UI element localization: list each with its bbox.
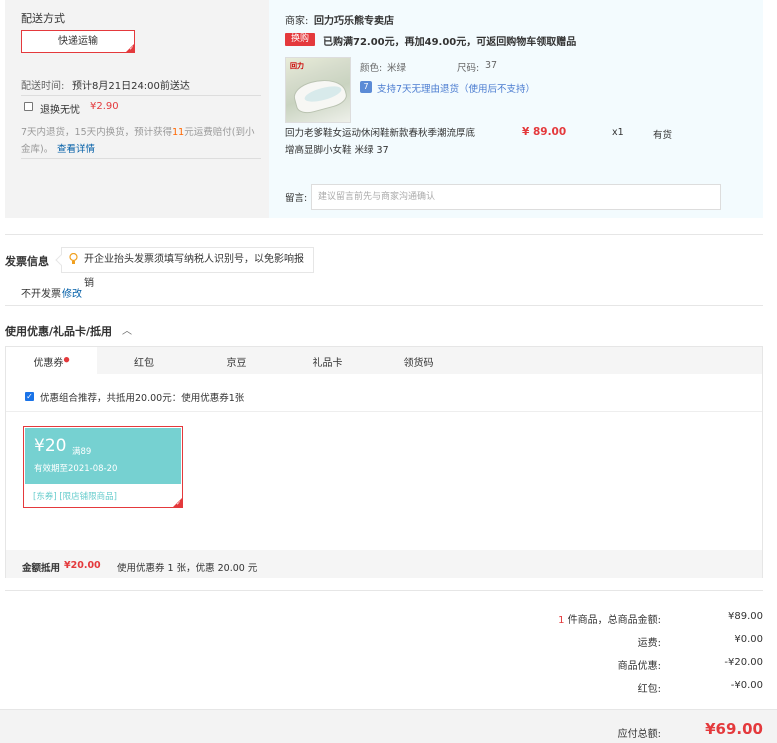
return-details-link[interactable]: 查看详情 [57, 141, 95, 155]
dot-icon: ● [63, 355, 70, 364]
delivery-time-label: 配送时间: [21, 81, 65, 92]
size-value: 37 [485, 60, 498, 71]
goods-total-label-text: 件商品，总商品金额: [564, 615, 661, 626]
promo-text: 已购满72.00元，再加49.00元，可返回购物车领取赠品 [323, 37, 577, 48]
tab-red-packet[interactable]: 红包 [97, 354, 191, 369]
discount-label: 商品优惠: [617, 661, 661, 672]
shop-name[interactable]: 回力巧乐熊专卖店 [314, 12, 394, 27]
shop-label: 商家: [285, 16, 309, 27]
goods-total-label: 1 件商品，总商品金额: [558, 611, 661, 626]
red-packet-value: -¥0.00 [730, 680, 763, 691]
total-label: 应付总额: [617, 729, 661, 740]
section-divider [5, 305, 763, 306]
product-stock: 有货 [653, 130, 673, 141]
color-label: 颜色: [360, 63, 383, 74]
red-packet-label: 红包: [637, 684, 661, 695]
tab-jingdou[interactable]: 京豆 [191, 354, 282, 369]
invoice-edit-link[interactable]: 修改 [62, 285, 82, 300]
product-name-line1: 回力老爹鞋女运动休闲鞋新款春秋季潮流厚底 [285, 128, 476, 139]
shipping-title: 配送方式 [21, 12, 65, 25]
return-policy-text: 支持7天无理由退货（使用后不支持） [377, 84, 536, 95]
product-image[interactable]: 回力 [285, 57, 351, 123]
product-name[interactable]: 回力老爹鞋女运动休闲鞋新款春秋季潮流厚底 增高显脚小女鞋 米绿 37 [285, 125, 475, 156]
tab-claim-code[interactable]: 领货码 [373, 354, 464, 369]
delivery-time-value: 预计8月21日24:00前送达 [72, 81, 190, 92]
tab-coupon-label: 优惠券 [33, 358, 64, 369]
tab-gift-card[interactable]: 礼品卡 [282, 354, 373, 369]
section-divider [5, 590, 763, 591]
return-desc-amount: 11 [172, 127, 185, 138]
note-label: 留言: [285, 193, 308, 204]
invoice-title: 发票信息 [5, 255, 49, 268]
tab-coupon[interactable]: 优惠券● [6, 354, 97, 369]
return-desc: 7天内退货，15天内换货，预计获得11元运费赔付(到小 [21, 124, 254, 138]
check-icon: ✓ [176, 500, 182, 507]
divider [6, 411, 762, 412]
return-desc-text: 7天内退货，15天内换货，预计获得 [21, 127, 173, 138]
shipping-fee-value: ¥0.00 [734, 634, 763, 645]
coupon-footer-label: 金额抵用 [22, 563, 61, 574]
discount-value: -¥20.00 [724, 657, 763, 668]
invoice-tooltip: 开企业抬头发票须填写纳税人识别号，以免影响报销 [55, 247, 314, 289]
shipping-fee-label: 运费: [637, 638, 661, 649]
return-desc-line2: 金库)。 [21, 144, 54, 155]
goods-total-value: ¥89.00 [728, 611, 763, 622]
coupon-condition: 满89 [72, 447, 92, 457]
coupon-section-title[interactable]: 使用优惠/礼品卡/抵用 [5, 323, 112, 339]
return-checkbox[interactable] [24, 102, 33, 114]
tooltip-arrow [55, 254, 67, 266]
coupon-tags: [东券] [限店铺限商品] [33, 492, 117, 502]
coupon-amount: ¥20 [34, 436, 67, 456]
seven-day-return-icon: 7 [360, 81, 372, 93]
chevron-up-icon[interactable]: ︿ [122, 322, 132, 337]
return-service-label: 退换无忧 [40, 105, 80, 116]
coupon-footer-amount: ¥20.00 [64, 560, 101, 571]
product-price: ¥ 89.00 [522, 126, 567, 138]
recommend-checkbox[interactable] [25, 391, 34, 402]
brand-logo: 回力 [290, 62, 304, 70]
shipping-method-button[interactable]: 快递运输 ✓ [21, 30, 135, 53]
note-input[interactable]: 建议留言前先与商家沟通确认 [311, 184, 721, 210]
invoice-tip-text: 开企业抬头发票须填写纳税人识别号，以免影响报销 [84, 254, 304, 289]
divider [21, 95, 261, 96]
check-icon: ✓ [128, 45, 134, 52]
divider [21, 158, 261, 159]
product-qty: x1 [612, 127, 624, 138]
swap-badge: 换购 [285, 33, 315, 46]
section-divider [5, 234, 763, 235]
coupon-expiry: 有效期至2021-08-20 [34, 464, 118, 474]
invoice-value: 不开发票 [21, 289, 61, 300]
product-name-line2: 增高显脚小女鞋 米绿 37 [285, 145, 389, 156]
lightbulb-icon [69, 253, 78, 264]
return-desc-text-2: 元运费赔付(到小 [184, 127, 255, 138]
total-value: ¥69.00 [705, 720, 763, 738]
size-label: 尺码: [457, 63, 480, 74]
return-service-price: ¥2.90 [90, 101, 119, 112]
recommend-text: 优惠组合推荐，共抵用20.00元：使用优惠券1张 [40, 393, 245, 404]
coupon-footer-desc: 使用优惠券 1 张，优惠 20.00 元 [117, 563, 258, 574]
shipping-method-label: 快递运输 [58, 36, 98, 47]
color-value: 米绿 [387, 63, 407, 74]
